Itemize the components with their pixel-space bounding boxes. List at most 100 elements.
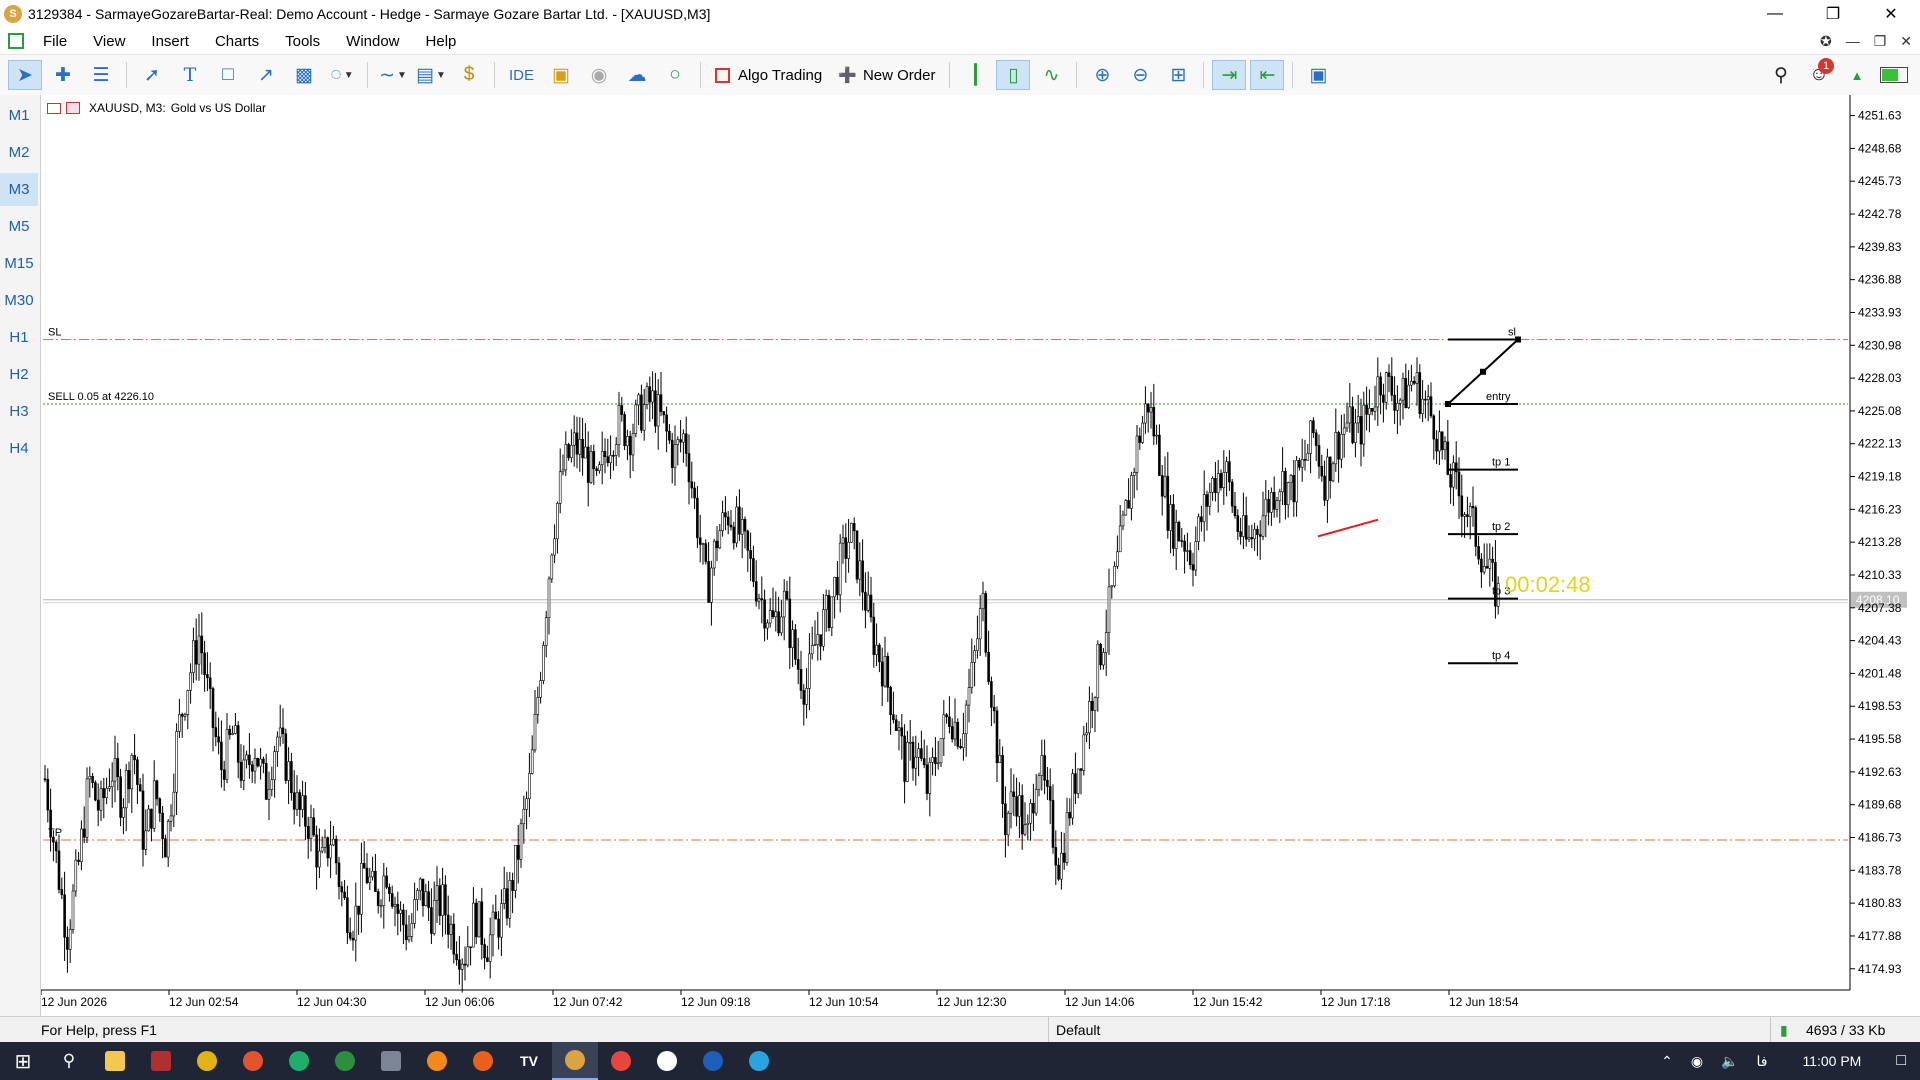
chart-object-icon[interactable] bbox=[66, 102, 80, 114]
candle-body bbox=[547, 578, 551, 618]
timeframe-m15[interactable]: M15 bbox=[0, 247, 38, 280]
app-record-icon[interactable] bbox=[230, 1042, 276, 1080]
minimize-icon[interactable]: — bbox=[1746, 0, 1804, 28]
notification-center-icon[interactable]: □ bbox=[1896, 1052, 1906, 1070]
candle-body bbox=[43, 778, 47, 781]
timeframe-m30[interactable]: M30 bbox=[0, 284, 38, 317]
horizontal-lines-icon[interactable]: ☰ bbox=[84, 60, 118, 90]
menu-file[interactable]: File bbox=[30, 33, 80, 50]
mdi-close-icon[interactable]: ✕ bbox=[1900, 33, 1912, 50]
candle-body bbox=[754, 581, 758, 602]
calculator-icon[interactable] bbox=[368, 1042, 414, 1080]
candle-body bbox=[1121, 514, 1125, 527]
language-indicator[interactable]: فا bbox=[1756, 1053, 1767, 1070]
candle-body bbox=[1376, 376, 1380, 408]
candle-body bbox=[1477, 546, 1480, 560]
tray-chevron-icon[interactable]: ⌃ bbox=[1661, 1053, 1673, 1070]
timeframe-m1[interactable]: M1 bbox=[0, 99, 38, 132]
timeframe-m3[interactable]: M3 bbox=[0, 173, 38, 206]
candle-body bbox=[138, 784, 142, 792]
tile-windows-icon[interactable]: ⊞ bbox=[1161, 60, 1195, 90]
ide-button[interactable]: IDE bbox=[503, 60, 540, 90]
timeframe-m5[interactable]: M5 bbox=[0, 210, 38, 243]
chatgpt-icon[interactable] bbox=[644, 1042, 690, 1080]
candle-body bbox=[878, 644, 881, 663]
zoom-in-icon[interactable]: ⊕ bbox=[1085, 60, 1119, 90]
shapes-icon[interactable]: ◌ ▼ bbox=[325, 60, 359, 90]
chart-table-icon[interactable] bbox=[47, 102, 61, 114]
timeframe-h4[interactable]: H4 bbox=[0, 432, 38, 465]
signals-icon[interactable]: ◉ bbox=[582, 60, 616, 90]
candle-body bbox=[124, 770, 128, 809]
volume-icon[interactable]: 🔈 bbox=[1721, 1053, 1738, 1070]
tradingview-icon[interactable]: TV bbox=[506, 1042, 552, 1080]
indicators-icon[interactable]: ▤ ▼ bbox=[414, 60, 448, 90]
chart-type-icon[interactable]: ∼ ▼ bbox=[376, 60, 410, 90]
candle-body bbox=[214, 727, 218, 737]
fibonacci-icon[interactable]: ↗ bbox=[249, 60, 283, 90]
dollar-icon[interactable]: $ bbox=[452, 60, 486, 90]
screenshot-icon[interactable]: ▣ bbox=[1301, 60, 1335, 90]
metatrader-icon[interactable] bbox=[552, 1042, 598, 1080]
candle-body bbox=[810, 645, 814, 655]
wifi-icon[interactable]: ◉ bbox=[1691, 1053, 1703, 1070]
timeframe-h2[interactable]: H2 bbox=[0, 358, 38, 391]
menu-charts[interactable]: Charts bbox=[202, 33, 272, 50]
app-chart-icon[interactable] bbox=[276, 1042, 322, 1080]
candle-body bbox=[309, 817, 313, 839]
menu-insert[interactable]: Insert bbox=[138, 33, 202, 50]
rectangle-icon[interactable]: □ bbox=[211, 60, 245, 90]
chart-window-icon[interactable] bbox=[8, 33, 24, 49]
candle-body bbox=[665, 414, 668, 432]
search-icon[interactable]: ⚲ bbox=[1764, 60, 1798, 90]
bar-chart-icon[interactable]: ┃ bbox=[958, 60, 992, 90]
app-v-icon[interactable] bbox=[690, 1042, 736, 1080]
crosshair-icon[interactable]: ✚ bbox=[46, 60, 80, 90]
algo-trading-button[interactable]: Algo Trading bbox=[709, 60, 828, 90]
candle-body bbox=[1494, 562, 1497, 607]
chrome-icon[interactable] bbox=[598, 1042, 644, 1080]
menu-window[interactable]: Window bbox=[333, 33, 412, 50]
line-chart-icon[interactable]: ∿ bbox=[1034, 60, 1068, 90]
new-order-button[interactable]: ➕ New Order bbox=[832, 60, 941, 90]
chart-shift-icon[interactable]: ⇤ bbox=[1250, 60, 1285, 90]
candle-body bbox=[1404, 378, 1408, 408]
candle-body bbox=[94, 782, 97, 801]
firefox-icon[interactable] bbox=[460, 1042, 506, 1080]
text-tool-icon[interactable]: T bbox=[173, 60, 207, 90]
timeframe-h3[interactable]: H3 bbox=[0, 395, 38, 428]
restore-icon[interactable]: ❐ bbox=[1804, 0, 1862, 28]
close-icon[interactable]: ✕ bbox=[1862, 0, 1920, 28]
menu-help[interactable]: Help bbox=[413, 33, 470, 50]
vps-icon[interactable]: ○ bbox=[658, 60, 692, 90]
timeframe-h1[interactable]: H1 bbox=[0, 321, 38, 354]
status-profile[interactable]: Default bbox=[1056, 1022, 1100, 1038]
cursor-icon[interactable]: ➤ bbox=[8, 60, 42, 90]
notifications-icon[interactable]: ☺ 1 bbox=[1802, 58, 1836, 90]
menu-view[interactable]: View bbox=[80, 33, 138, 50]
candlestick-icon[interactable]: ▯ bbox=[996, 60, 1031, 90]
app-green-icon[interactable] bbox=[322, 1042, 368, 1080]
app-coin-icon[interactable] bbox=[184, 1042, 230, 1080]
market-bag-icon[interactable]: ▣ bbox=[544, 60, 578, 90]
clock-time[interactable]: 11:00 PM bbox=[1802, 1053, 1861, 1069]
mdi-restore-icon[interactable]: ❐ bbox=[1874, 33, 1887, 50]
indicator-chart-icon[interactable]: ▩ bbox=[287, 60, 321, 90]
app-orange-icon[interactable] bbox=[414, 1042, 460, 1080]
price-chart[interactable]: SLSELL 0.05 at 4226.10TP4208.10 slentryt… bbox=[41, 95, 1920, 1010]
taskbar-search-icon[interactable]: ⚲ bbox=[46, 1042, 92, 1080]
zoom-out-icon[interactable]: ⊖ bbox=[1123, 60, 1157, 90]
mdi-minimize-icon[interactable]: — bbox=[1846, 33, 1860, 49]
autoscroll-icon[interactable]: ⇥ bbox=[1212, 60, 1247, 90]
menu-tools[interactable]: Tools bbox=[272, 33, 333, 50]
file-explorer-icon[interactable] bbox=[92, 1042, 138, 1080]
candle-body bbox=[332, 838, 335, 846]
candle-body bbox=[505, 888, 509, 919]
telegram-icon[interactable] bbox=[736, 1042, 782, 1080]
app-archive-icon[interactable] bbox=[138, 1042, 184, 1080]
pin-icon[interactable]: ✪ bbox=[1820, 33, 1832, 50]
trendline-icon[interactable]: ➚ bbox=[135, 60, 169, 90]
windows-start-icon[interactable]: ⊞ bbox=[0, 1042, 46, 1080]
cloud-icon[interactable]: ☁ bbox=[620, 60, 654, 90]
timeframe-m2[interactable]: M2 bbox=[0, 136, 38, 169]
